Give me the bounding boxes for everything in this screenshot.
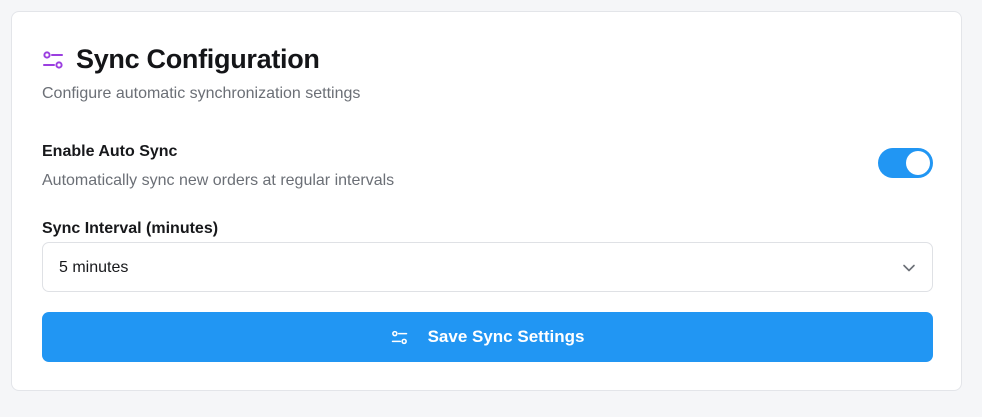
page-subtitle: Configure automatic synchronization sett… <box>42 85 361 102</box>
sliders-icon <box>42 49 64 71</box>
sync-interval-label: Sync Interval (minutes) <box>42 220 219 237</box>
sync-configuration-card: Sync Configuration Configure automatic s… <box>11 11 962 391</box>
chevron-down-icon <box>902 261 916 275</box>
save-sync-settings-button[interactable]: Save Sync Settings <box>42 312 933 362</box>
auto-sync-toggle[interactable] <box>878 148 933 178</box>
toggle-knob <box>906 151 930 175</box>
sliders-icon <box>391 329 408 346</box>
page-title: Sync Configuration <box>76 44 320 74</box>
auto-sync-description: Automatically sync new orders at regular… <box>42 172 395 189</box>
card-header: Sync Configuration <box>42 44 320 75</box>
save-button-label: Save Sync Settings <box>427 327 585 346</box>
auto-sync-label: Enable Auto Sync <box>42 143 178 160</box>
sync-interval-select[interactable]: 5 minutes <box>42 242 933 292</box>
sync-interval-value: 5 minutes <box>59 259 129 276</box>
